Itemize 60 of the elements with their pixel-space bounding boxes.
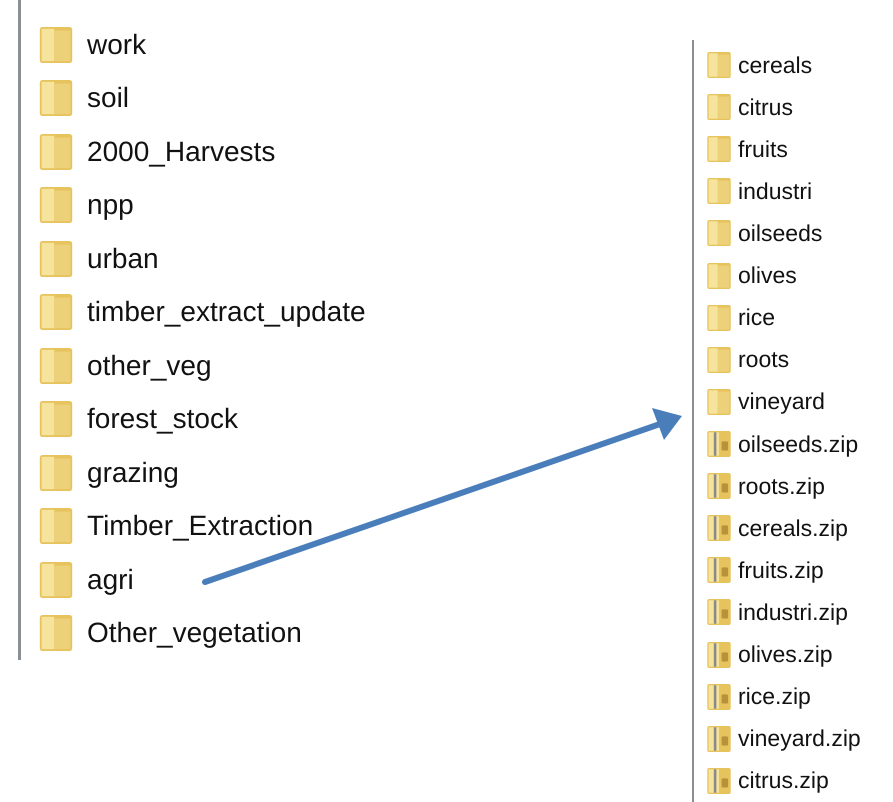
zip-folder-icon — [706, 555, 732, 586]
folder-icon — [38, 132, 74, 172]
folder-name[interactable]: industri — [738, 178, 812, 205]
folder-icon — [38, 613, 74, 654]
folder-icon — [706, 176, 732, 206]
folder-icon — [706, 50, 732, 80]
zip-folder-icon — [706, 513, 732, 544]
folder-name[interactable]: roots — [738, 346, 790, 374]
folder-name[interactable]: olives — [738, 262, 797, 290]
folder-name[interactable]: Timber_Extraction — [87, 510, 314, 542]
folder-icon — [706, 302, 732, 333]
folder-name[interactable]: vineyard — [738, 388, 825, 416]
folder-name[interactable]: Other_vegetation — [87, 617, 302, 650]
folder-name[interactable]: work — [87, 28, 146, 61]
folder-name[interactable]: other_veg — [87, 350, 212, 382]
folder-icon — [38, 346, 74, 386]
folder-name[interactable]: fruits.zip — [738, 556, 824, 584]
zip-folder-icon — [706, 640, 732, 670]
zip-folder-icon — [706, 471, 732, 502]
folder-name[interactable]: agri — [87, 564, 134, 596]
folder-icon — [706, 260, 732, 291]
folder-icon — [706, 134, 732, 164]
zip-folder-icon — [706, 429, 732, 460]
folder-icon — [38, 24, 74, 65]
folder-icon — [38, 185, 74, 226]
folder-icon — [38, 452, 74, 493]
folder-name[interactable]: grazing — [87, 456, 179, 489]
folder-name[interactable]: timber_extract_update — [87, 296, 366, 328]
folder-name[interactable]: fruits — [738, 136, 788, 163]
folder-icon — [38, 238, 74, 279]
folder-icon — [706, 92, 732, 122]
folder-name[interactable]: vineyard.zip — [738, 725, 861, 752]
folder-name[interactable]: cereals — [738, 52, 812, 79]
folder-name[interactable]: industri.zip — [738, 598, 848, 626]
folder-name[interactable]: oilseeds — [738, 220, 822, 247]
folder-name[interactable]: citrus.zip — [738, 767, 829, 794]
folder-icon — [38, 292, 74, 332]
folder-icon — [706, 218, 732, 248]
zip-folder-icon — [706, 682, 732, 712]
folder-name[interactable]: npp — [87, 189, 134, 222]
folder-name[interactable]: cereals.zip — [738, 514, 848, 542]
folder-name[interactable]: 2000_Harvests — [87, 136, 276, 168]
folder-icon — [706, 344, 732, 375]
folder-name[interactable]: rice.zip — [738, 683, 811, 710]
folder-name[interactable]: forest_stock — [87, 403, 238, 436]
zip-folder-icon — [706, 766, 732, 796]
zip-folder-icon — [706, 724, 732, 754]
folder-name[interactable]: oilseeds.zip — [738, 430, 858, 458]
folder-name[interactable]: citrus — [738, 94, 793, 121]
folder-icon — [38, 78, 74, 118]
folder-name[interactable]: soil — [87, 82, 130, 114]
folder-name[interactable]: roots.zip — [738, 472, 825, 500]
folder-icon — [38, 506, 74, 546]
folder-icon — [38, 399, 74, 440]
folder-name[interactable]: rice — [738, 304, 776, 332]
folder-name[interactable]: olives.zip — [738, 641, 833, 668]
zip-folder-icon — [706, 597, 732, 628]
folder-icon — [38, 560, 74, 600]
folder-icon — [706, 386, 732, 417]
folder-name[interactable]: urban — [87, 242, 159, 275]
